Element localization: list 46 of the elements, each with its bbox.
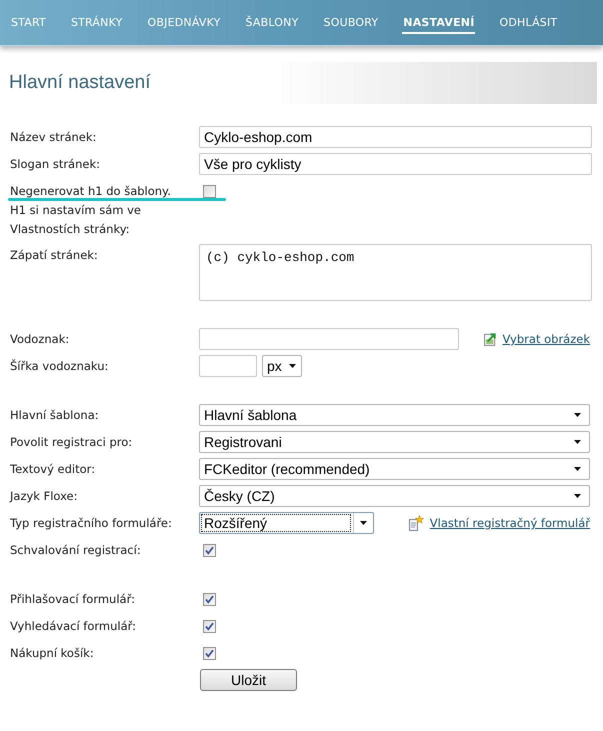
unit-dropdown[interactable]: px: [262, 355, 302, 377]
caret-icon: [574, 440, 581, 444]
field-label: Jazyk Floxe:: [10, 488, 78, 505]
caret-icon: [574, 413, 581, 417]
field-label: Zápatí stránek:: [10, 247, 99, 264]
caret-icon: [289, 364, 296, 368]
picture-icon: [484, 332, 496, 346]
field-label: Schvalování registrací:: [10, 542, 142, 559]
caret-icon: [574, 467, 581, 471]
checkbox[interactable]: [203, 620, 216, 633]
caret-icon: [360, 521, 367, 525]
field-label: Šířka vodoznaku:: [10, 358, 110, 375]
field-label: Nákupní košík:: [10, 645, 95, 662]
checkbox[interactable]: [203, 647, 216, 660]
dropdown[interactable]: FCKeditor (recommended): [199, 458, 590, 480]
field-note: H1 si nastavím sám ve Vlastnostích stránky:: [10, 202, 142, 238]
save-button[interactable]: Uložit: [200, 669, 297, 691]
caret-icon: [574, 494, 581, 498]
text-field[interactable]: Cyklo-eshop.com: [199, 126, 592, 148]
footer-textarea[interactable]: (c) cyklo-eshop.com: [199, 244, 592, 301]
field-label: Vyhledávací formulář:: [10, 618, 138, 635]
field-label: Vodoznak:: [10, 331, 70, 348]
nav-tab[interactable]: NASTAVENÍ: [402, 11, 476, 34]
page-heading: Hlavní nastavení: [8, 72, 151, 94]
field-label: Přihlašovací formulář:: [10, 591, 136, 608]
field-label: Textový editor:: [10, 461, 96, 478]
field-label: Typ registračního formuláře:: [10, 515, 173, 532]
select-image-link[interactable]: Vybrat obrázek: [502, 332, 590, 346]
field-label: Povolit registraci pro:: [10, 434, 134, 451]
checkbox[interactable]: [203, 185, 216, 198]
text-field[interactable]: [199, 328, 459, 350]
document-star-icon: [408, 515, 424, 531]
dropdown[interactable]: Hlavní šablona: [199, 404, 590, 426]
field-label: Slogan stránek:: [10, 156, 101, 173]
field-label: Negenerovat h1 do šablony.: [10, 183, 172, 200]
dropdown[interactable]: Rozšířený: [199, 512, 374, 534]
dropdown[interactable]: Registrovani: [199, 431, 590, 453]
checkbox[interactable]: [203, 544, 216, 557]
dropdown[interactable]: Česky (CZ): [199, 485, 590, 507]
nav-tab[interactable]: ODHLÁSIT: [498, 11, 558, 34]
field-label: Hlavní šablona:: [10, 407, 100, 424]
width-field[interactable]: [199, 355, 257, 377]
checkbox[interactable]: [203, 593, 216, 606]
custom-form-link[interactable]: Vlastní registračný formulář: [430, 516, 590, 530]
text-field[interactable]: Vše pro cyklisty: [199, 153, 592, 175]
field-label: Název stránek:: [10, 129, 98, 146]
